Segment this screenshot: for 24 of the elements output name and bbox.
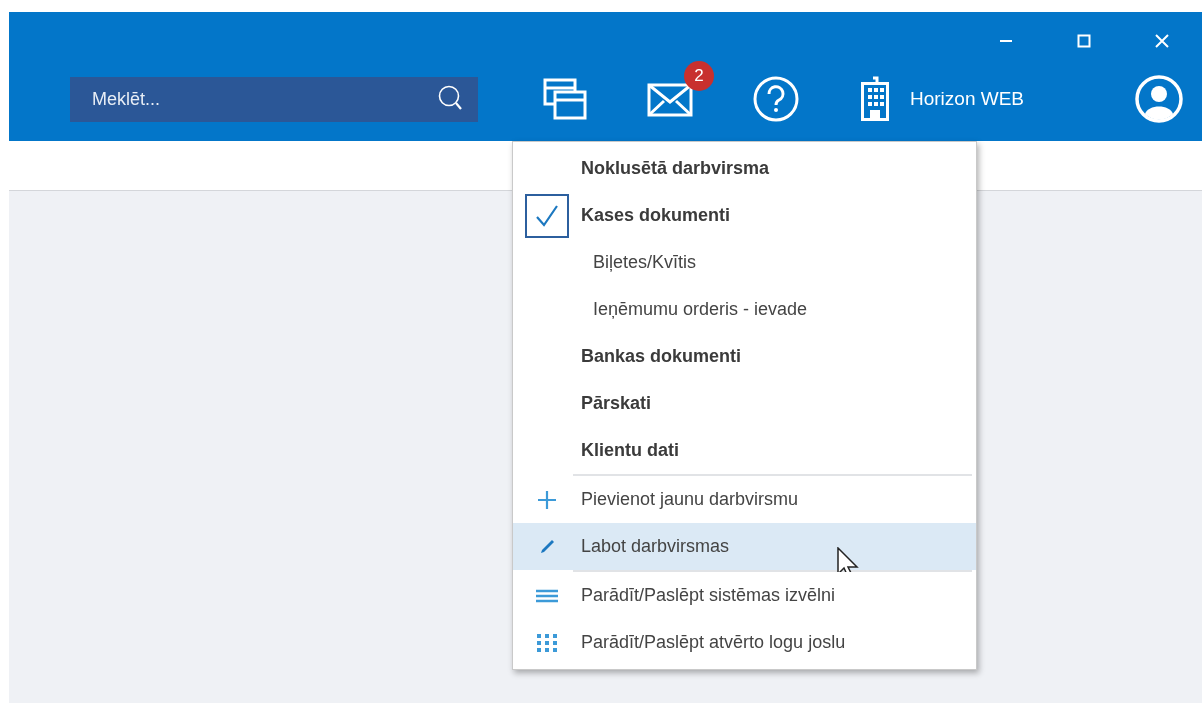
menu-item[interactable]: Pievienot jaunu darbvirsmu [513,476,976,523]
search-field[interactable]: Meklēt... [70,76,478,122]
company-button[interactable]: Horizon WEB [860,75,1025,123]
plus-icon [537,489,557,510]
help-icon[interactable] [752,75,800,123]
maximize-icon [1077,34,1091,48]
menu-item[interactable]: Parādīt/Paslēpt atvērto logu joslu [513,619,976,666]
menu-item[interactable]: Bankas dokumenti [513,333,976,380]
checkbox[interactable] [525,193,569,238]
menu-item[interactable]: Noklusētā darbvirsma [513,145,976,192]
building-icon [860,76,890,122]
menu-item[interactable]: Kases dokumenti [513,192,976,239]
grid-icon [536,632,558,653]
menu-item[interactable]: Pārskati [513,380,976,427]
close-icon [1155,34,1169,48]
menu-item[interactable]: Biļetes/Kvītis [513,239,976,286]
menu-item[interactable]: Ieņēmumu orderis - ievade [513,286,976,333]
menu-icon [536,588,558,603]
notification-badge: 2 [684,61,714,91]
user-avatar-icon[interactable] [1134,74,1184,124]
menu-item[interactable]: Parādīt/Paslēpt sistēmas izvēlni [513,572,976,619]
menu-item[interactable]: Labot darbvirsmas [513,523,976,570]
menu-item[interactable]: Klientu dati [513,427,976,474]
pencil-icon [539,538,555,555]
